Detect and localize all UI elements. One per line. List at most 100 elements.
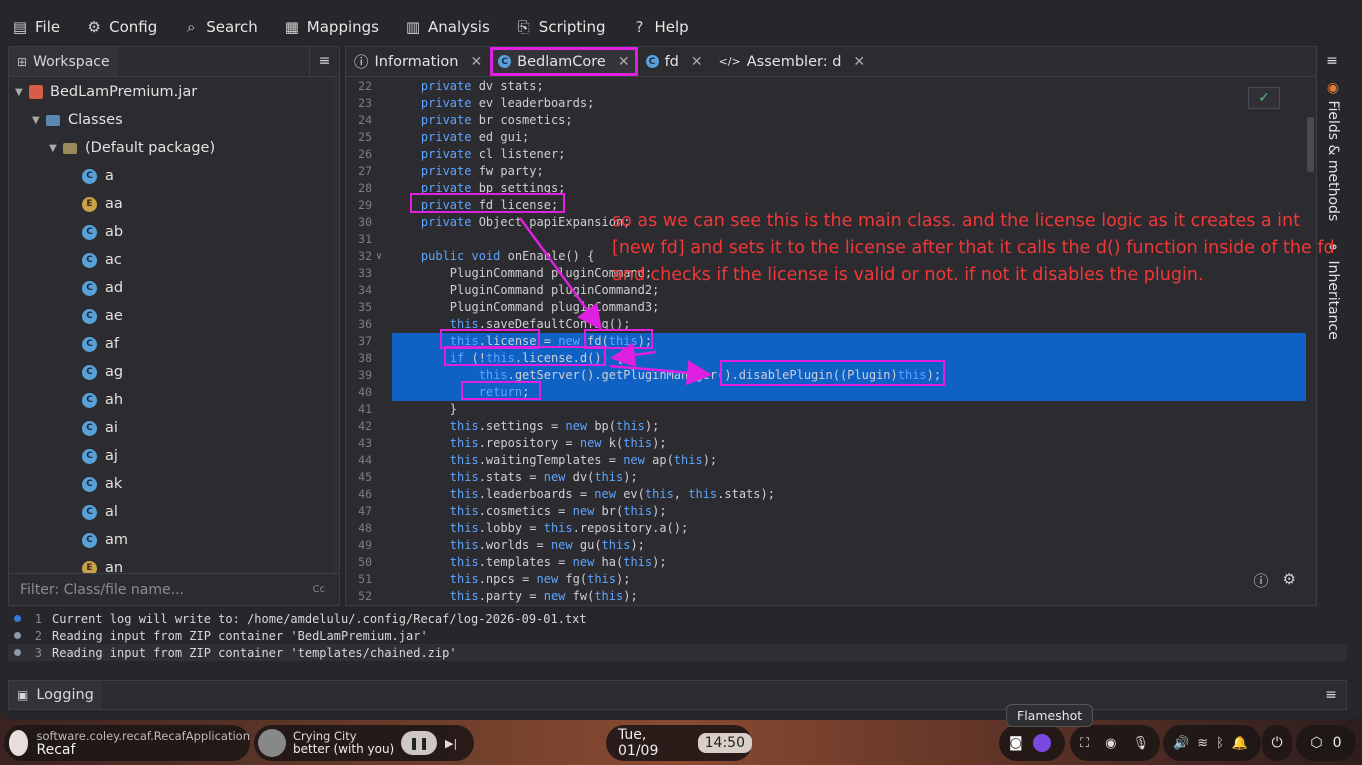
line-number: 26 bbox=[358, 147, 372, 161]
bell-icon[interactable]: 🔔 bbox=[1232, 736, 1248, 751]
search-icon: ⌕ bbox=[187, 18, 196, 36]
tree-class-item[interactable]: Cal bbox=[9, 498, 334, 526]
code-line: 25 private ed gui; bbox=[346, 129, 1306, 146]
menu-help[interactable]: ? Help bbox=[632, 18, 689, 36]
wifi-icon[interactable]: ≋ bbox=[1197, 736, 1208, 751]
tree-class-item[interactable]: Ca bbox=[9, 162, 334, 190]
logging-tab[interactable]: ▣ Logging bbox=[9, 681, 102, 709]
code-line: 27 private fw party; bbox=[346, 163, 1306, 180]
tree-class-item[interactable]: Cai bbox=[9, 414, 334, 442]
media-pill[interactable]: Crying City better (with you) ❚❚ ▶| bbox=[254, 725, 474, 761]
compile-check-button[interactable]: ✓ bbox=[1248, 87, 1280, 109]
close-icon[interactable]: ✕ bbox=[691, 54, 703, 70]
notifications-pill[interactable]: ⬡ 0 bbox=[1296, 725, 1356, 761]
bluetooth-icon[interactable]: ᛒ bbox=[1216, 736, 1224, 751]
annotation-box-return bbox=[461, 381, 541, 400]
tree-class-item[interactable]: Cah bbox=[9, 386, 334, 414]
menu-mappings[interactable]: ▦ Mappings bbox=[284, 18, 379, 36]
tree-class-item[interactable]: Caf bbox=[9, 330, 334, 358]
tree-class-item[interactable]: Eaa bbox=[9, 190, 334, 218]
code-line: 45 this.stats = new dv(this); bbox=[346, 469, 1306, 486]
tree-class-item[interactable]: Cam bbox=[9, 526, 334, 554]
chevron-down-icon[interactable]: ▼ bbox=[49, 143, 63, 154]
close-icon[interactable]: ✕ bbox=[618, 54, 630, 70]
chevron-down-icon[interactable]: ▼ bbox=[15, 87, 29, 98]
class-icon: C bbox=[82, 504, 97, 520]
workspace-tab[interactable]: ⊞ Workspace bbox=[9, 47, 118, 76]
menu-scripting[interactable]: ⎘ Scripting bbox=[516, 18, 606, 36]
editor-scrollbar[interactable] bbox=[1307, 117, 1314, 172]
logging-menu-button[interactable]: ≡ bbox=[1316, 681, 1346, 710]
tree-package[interactable]: ▼ (Default package) bbox=[9, 134, 334, 162]
line-number: 43 bbox=[358, 436, 372, 450]
line-number: 41 bbox=[358, 402, 372, 416]
tree-jar[interactable]: ▼ BedLamPremium.jar bbox=[9, 78, 334, 106]
next-track-icon[interactable]: ▶| bbox=[445, 737, 457, 750]
class-name: ag bbox=[105, 364, 124, 380]
code-line: 44 this.waitingTemplates = new ap(this); bbox=[346, 452, 1306, 469]
line-number: 39 bbox=[358, 368, 372, 382]
power-pill[interactable]: ⏻ bbox=[1262, 725, 1292, 761]
code-text: private Object papiExpansion; bbox=[420, 215, 631, 229]
menu-label: File bbox=[35, 18, 61, 36]
volume-icon[interactable]: 🔊 bbox=[1173, 736, 1189, 751]
class-name: aj bbox=[105, 448, 118, 464]
tree-class-item[interactable]: Cae bbox=[9, 302, 334, 330]
workspace-menu-button[interactable]: ≡ bbox=[309, 47, 339, 76]
status-pill: 🔊 ≋ ᛒ 🔔 bbox=[1163, 725, 1261, 761]
close-icon[interactable]: ✕ bbox=[470, 54, 482, 70]
menu-search[interactable]: ⌕ Search bbox=[183, 18, 258, 36]
filter-input[interactable]: Filter: Class/file name... Cc bbox=[9, 573, 339, 605]
line-number: 38 bbox=[358, 351, 372, 365]
code-text: private dv stats; bbox=[420, 79, 544, 93]
record-icon[interactable]: ◉ bbox=[1105, 736, 1116, 751]
tab-fd[interactable]: Cfd ✕ bbox=[638, 47, 711, 76]
menu-file[interactable]: ▤ File bbox=[12, 18, 60, 36]
code-line: 26 private cl listener; bbox=[346, 146, 1306, 163]
pause-button[interactable]: ❚❚ bbox=[401, 731, 437, 755]
clock-pill[interactable]: Tue, 01/09 14:50 bbox=[606, 725, 752, 761]
menu-bar: ▤ File ⚙ Config ⌕ Search ▦ Mappings ▥ Analysis ⎘ Sc… bbox=[0, 8, 1362, 46]
info-icon[interactable]: ⓘ bbox=[1254, 570, 1269, 591]
line-number: 23 bbox=[358, 96, 372, 110]
line-number: 45 bbox=[358, 470, 372, 484]
album-art bbox=[258, 729, 286, 757]
code-text: this.stats = new dv(this); bbox=[449, 470, 638, 484]
workspace-scrollbar[interactable] bbox=[332, 78, 339, 574]
power-icon[interactable]: ⏻ bbox=[1271, 735, 1282, 751]
tree-class-item[interactable]: Cak bbox=[9, 470, 334, 498]
help-icon: ? bbox=[635, 18, 644, 36]
discord-icon[interactable]: ◙ bbox=[1009, 735, 1023, 751]
tree-class-item[interactable]: Cad bbox=[9, 274, 334, 302]
tree-class-item[interactable]: Cag bbox=[9, 358, 334, 386]
case-sensitive-toggle[interactable]: Cc bbox=[313, 584, 325, 595]
logging-icon: ▣ bbox=[17, 688, 29, 702]
code-text: this.repository = new k(this); bbox=[449, 436, 667, 450]
close-icon[interactable]: ✕ bbox=[853, 54, 865, 70]
active-app-pill[interactable]: software.coley.recaf.RecafApplication Re… bbox=[4, 725, 250, 761]
microphone-icon[interactable]: 🎙 bbox=[1132, 736, 1149, 751]
fold-icon[interactable]: ∨ bbox=[376, 248, 382, 265]
flameshot-tooltip: Flameshot bbox=[1006, 704, 1094, 727]
chevron-down-icon[interactable]: ▼ bbox=[32, 115, 46, 126]
screenshot-icon[interactable]: ⛶ bbox=[1080, 736, 1089, 751]
menu-config[interactable]: ⚙ Config bbox=[86, 18, 157, 36]
code-text: this.leaderboards = new ev(this, this.st… bbox=[449, 487, 775, 501]
fields-methods-tab[interactable]: ◉ Fields & methods bbox=[1325, 80, 1341, 221]
tab-assembler-d[interactable]: </> Assembler: d ✕ bbox=[711, 47, 874, 76]
tree-classes[interactable]: ▼ Classes bbox=[9, 106, 334, 134]
editor-menu-button[interactable]: ≡ bbox=[1317, 46, 1347, 76]
flameshot-icon[interactable] bbox=[1032, 734, 1051, 752]
tab-bedlamcore[interactable]: C BedlamCore ✕ bbox=[490, 47, 638, 76]
notifications-count: 0 bbox=[1332, 735, 1342, 751]
log-line: 3 Reading input from ZIP container 'templ… bbox=[8, 644, 1347, 661]
menu-analysis[interactable]: ▥ Analysis bbox=[405, 18, 490, 36]
tree-class-item[interactable]: Cac bbox=[9, 246, 334, 274]
gear-icon[interactable]: ⚙ bbox=[1283, 570, 1296, 591]
tree-class-item[interactable]: Cab bbox=[9, 218, 334, 246]
code-text: private br cosmetics; bbox=[420, 113, 573, 127]
tab-information[interactable]: ⓘ Information ✕ bbox=[346, 47, 490, 76]
tree-class-item[interactable]: Ean bbox=[9, 554, 334, 574]
tree-class-item[interactable]: Caj bbox=[9, 442, 334, 470]
class-icon: C bbox=[82, 448, 97, 464]
